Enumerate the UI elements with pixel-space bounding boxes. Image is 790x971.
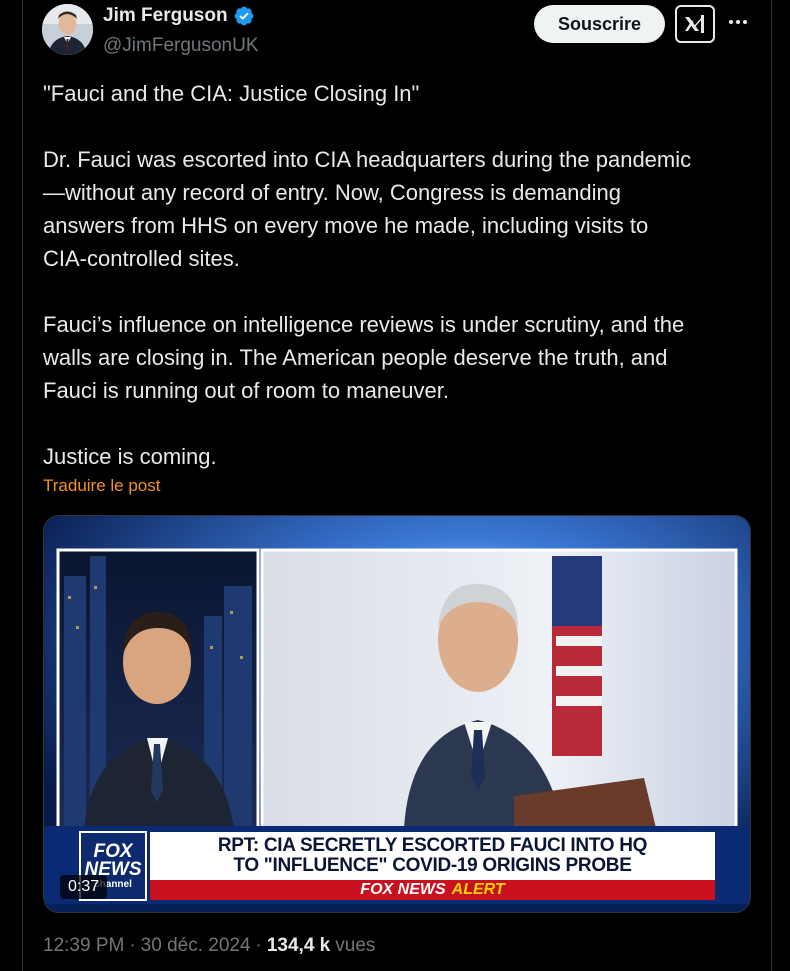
subscribe-button[interactable]: Souscrire bbox=[534, 5, 665, 43]
video-player[interactable]: FOX NEWS channel RPT: CIA SECRETLY ESCOR… bbox=[43, 515, 751, 913]
headline-line-1: RPT: CIA SECRETLY ESCORTED FAUCI INTO HQ bbox=[217, 835, 648, 856]
post-meta: 12:39 PM · 30 déc. 2024 · 134,4 k vues bbox=[43, 935, 375, 957]
translate-post-link[interactable]: Traduire le post bbox=[43, 476, 160, 496]
more-options-icon bbox=[729, 20, 733, 24]
video-duration-badge: 0:37 bbox=[60, 875, 108, 899]
post-text: "Fauci and the CIA: Justice Closing In" … bbox=[43, 77, 755, 473]
author-handle[interactable]: @JimFergusonUK bbox=[103, 35, 259, 57]
views-count[interactable]: 134,4 k bbox=[267, 935, 330, 957]
grok-button[interactable] bbox=[675, 5, 715, 43]
alert-word: ALERT bbox=[451, 881, 505, 898]
views-label: vues bbox=[335, 935, 376, 956]
fox-news-alert-bar: FOX NEWS ALERT bbox=[150, 880, 715, 900]
more-options-icon bbox=[736, 20, 740, 24]
avatar[interactable] bbox=[42, 4, 93, 55]
verified-badge-icon bbox=[234, 6, 253, 26]
fox-logo-top: FOX bbox=[93, 840, 133, 862]
post-paragraph: Fauci’s influence on intelligence review… bbox=[43, 312, 685, 403]
alert-brand: FOX NEWS bbox=[360, 881, 446, 898]
more-options-icon bbox=[743, 20, 747, 24]
more-options-button[interactable] bbox=[724, 8, 752, 36]
meta-separator: · bbox=[255, 935, 262, 956]
meta-separator: · bbox=[129, 935, 136, 956]
author-display-name[interactable]: Jim Ferguson bbox=[103, 5, 228, 27]
grok-icon bbox=[685, 15, 704, 33]
post-paragraph: Justice is coming. bbox=[43, 444, 217, 469]
post-date[interactable]: 30 déc. 2024 bbox=[141, 935, 251, 957]
post-paragraph: "Fauci and the CIA: Justice Closing In" bbox=[43, 81, 420, 106]
post-time[interactable]: 12:39 PM bbox=[43, 935, 124, 957]
post-paragraph: Dr. Fauci was escorted into CIA headquar… bbox=[43, 147, 692, 271]
headline-line-2: TO "INFLUENCE" COVID-19 ORIGINS PROBE bbox=[233, 855, 632, 876]
video-headline: RPT: CIA SECRETLY ESCORTED FAUCI INTO HQ… bbox=[150, 832, 715, 880]
author-name-row: Jim Ferguson bbox=[103, 5, 255, 27]
